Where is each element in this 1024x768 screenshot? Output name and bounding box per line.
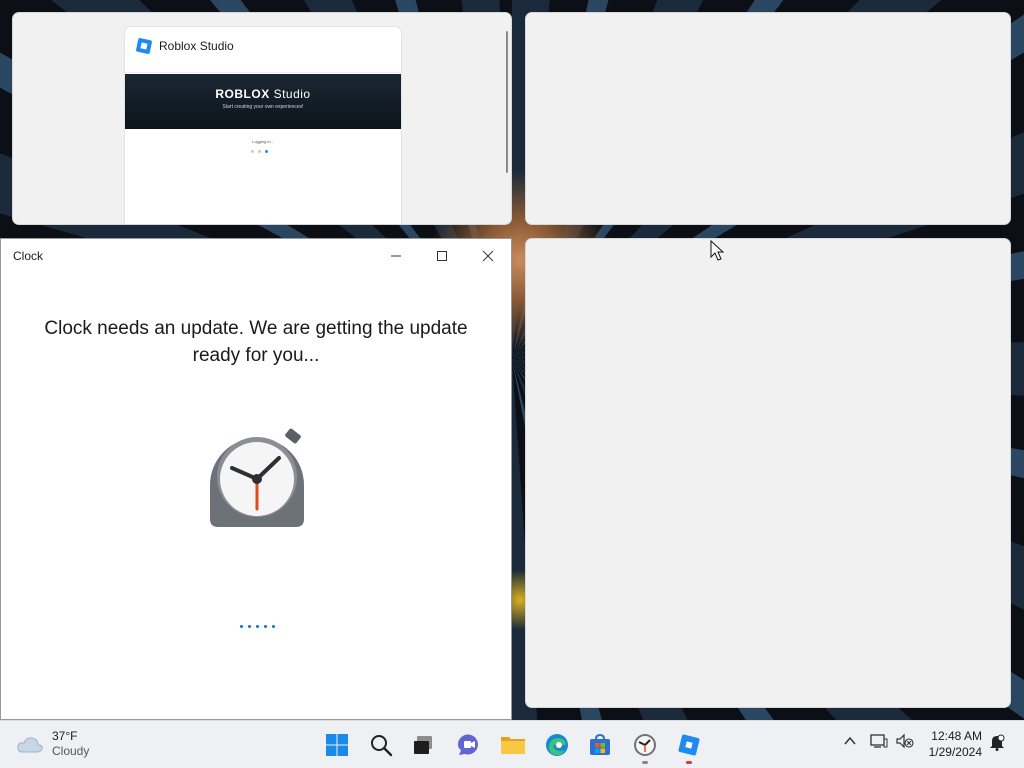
banner-title: ROBLOX Studio bbox=[125, 87, 401, 101]
snap-tile-bottom-right[interactable] bbox=[525, 238, 1011, 708]
close-button[interactable] bbox=[468, 243, 508, 269]
thumbnail-title-label: Roblox Studio bbox=[159, 39, 234, 53]
search-button[interactable] bbox=[365, 729, 397, 761]
start-button[interactable] bbox=[321, 729, 353, 761]
volume-button[interactable] bbox=[896, 733, 914, 753]
notifications-button[interactable] bbox=[988, 733, 1006, 755]
roblox-banner: ROBLOX Studio Start creating your own ex… bbox=[125, 74, 401, 129]
weather-temperature: 37°F bbox=[52, 729, 78, 743]
alarm-clock-icon bbox=[206, 427, 308, 533]
edge-button[interactable] bbox=[541, 729, 573, 761]
minimize-button[interactable] bbox=[376, 243, 416, 269]
weather-widget[interactable]: 37°F Cloudy bbox=[16, 729, 89, 759]
title-bar[interactable]: Clock bbox=[1, 239, 511, 271]
show-hidden-icons-button[interactable] bbox=[842, 733, 858, 753]
file-explorer-button[interactable] bbox=[497, 729, 529, 761]
roblox-icon bbox=[135, 37, 153, 55]
tray-date: 1/29/2024 bbox=[928, 745, 982, 759]
store-button[interactable] bbox=[584, 729, 616, 761]
clock-window: Clock Clock needs an update. We are gett… bbox=[0, 238, 512, 720]
windows-start-icon bbox=[326, 734, 348, 756]
thumbnail-toolbar bbox=[125, 65, 401, 73]
maximize-button[interactable] bbox=[422, 243, 462, 269]
edge-icon bbox=[546, 734, 568, 756]
clock-app-button[interactable] bbox=[629, 729, 661, 764]
cloud-icon bbox=[17, 737, 43, 753]
close-icon bbox=[482, 250, 494, 262]
tray-time: 12:48 AM bbox=[931, 729, 982, 743]
update-message: Clock needs an update. We are getting th… bbox=[44, 318, 468, 366]
loading-dots bbox=[240, 625, 275, 628]
maximize-icon bbox=[437, 251, 447, 261]
notification-bell-icon bbox=[990, 734, 1005, 751]
chevron-up-icon bbox=[844, 736, 856, 745]
window-title: Clock bbox=[13, 249, 44, 263]
search-icon bbox=[371, 735, 393, 757]
banner-title-bold: ROBLOX bbox=[215, 87, 270, 101]
snap-tile-top-right[interactable] bbox=[525, 12, 1011, 225]
network-button[interactable] bbox=[870, 733, 888, 753]
task-view-icon bbox=[414, 736, 432, 754]
minimize-icon bbox=[391, 255, 401, 257]
folder-icon bbox=[501, 737, 525, 754]
store-icon bbox=[590, 733, 610, 755]
taskbar: 37°F Cloudy 12:48 AM 1/29/2024 bbox=[0, 720, 1024, 768]
snap-tile-top-left[interactable]: Roblox Studio ROBLOX Studio Start creati… bbox=[12, 12, 512, 225]
thumbnail-title: Roblox Studio bbox=[135, 37, 234, 55]
weather-condition: Cloudy bbox=[52, 744, 90, 758]
running-indicator bbox=[686, 761, 692, 764]
system-clock[interactable]: 12:48 AM 1/29/2024 bbox=[918, 728, 982, 760]
task-view-button[interactable] bbox=[407, 729, 439, 761]
roblox-icon bbox=[678, 734, 700, 756]
mouse-cursor bbox=[710, 240, 724, 261]
network-icon bbox=[870, 734, 888, 748]
scrollbar[interactable] bbox=[506, 31, 508, 173]
clock-icon bbox=[634, 734, 656, 756]
banner-title-light: Studio bbox=[269, 87, 311, 101]
chat-button[interactable] bbox=[452, 729, 484, 761]
roblox-studio-button[interactable] bbox=[673, 729, 705, 764]
chat-icon bbox=[457, 734, 478, 755]
roblox-studio-thumbnail[interactable]: Roblox Studio ROBLOX Studio Start creati… bbox=[125, 27, 401, 224]
login-progress-dots bbox=[251, 150, 268, 153]
login-status: Logging in... bbox=[252, 139, 274, 144]
banner-subtitle: Start creating your own experiences! bbox=[222, 104, 304, 110]
volume-muted-icon bbox=[896, 733, 914, 749]
running-indicator bbox=[642, 761, 648, 764]
